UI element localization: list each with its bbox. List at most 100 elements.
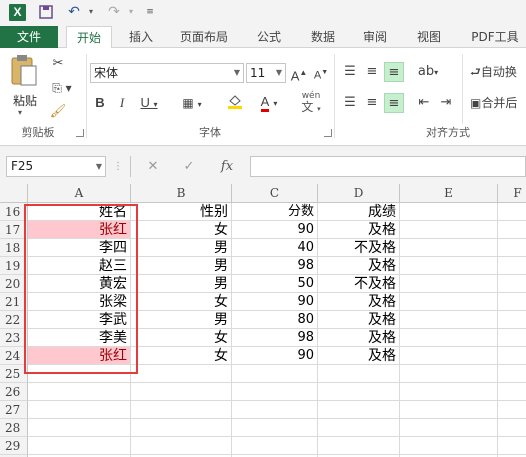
- table-cell[interactable]: 80: [232, 311, 318, 329]
- table-cell[interactable]: 男: [131, 257, 232, 275]
- align-center-icon[interactable]: ≡: [362, 93, 382, 113]
- tab-home[interactable]: 开始: [66, 26, 112, 49]
- table-cell[interactable]: [232, 401, 318, 419]
- table-cell[interactable]: 男: [131, 275, 232, 293]
- decrease-indent-icon[interactable]: ⇤: [414, 93, 434, 113]
- column-header-e[interactable]: E: [400, 184, 498, 203]
- table-cell[interactable]: 及格: [318, 311, 400, 329]
- table-cell[interactable]: [400, 275, 498, 293]
- table-cell[interactable]: 不及格: [318, 239, 400, 257]
- table-cell[interactable]: [400, 347, 498, 365]
- undo-icon[interactable]: ↶: [64, 3, 84, 21]
- table-cell[interactable]: [498, 239, 526, 257]
- formula-input[interactable]: [250, 156, 526, 177]
- table-cell[interactable]: [400, 365, 498, 383]
- tab-page-layout[interactable]: 页面布局: [172, 26, 236, 48]
- customize-toolbar-icon[interactable]: ≡: [144, 3, 156, 21]
- table-cell[interactable]: [400, 221, 498, 239]
- table-cell[interactable]: 女: [131, 221, 232, 239]
- table-cell[interactable]: [232, 383, 318, 401]
- align-top-icon[interactable]: ☰: [340, 62, 360, 82]
- table-cell[interactable]: [232, 437, 318, 455]
- table-cell[interactable]: [232, 419, 318, 437]
- table-cell[interactable]: 90: [232, 293, 318, 311]
- row-header[interactable]: 28: [0, 419, 28, 437]
- row-header[interactable]: 26: [0, 383, 28, 401]
- column-header-a[interactable]: A: [28, 184, 131, 203]
- font-name-combo[interactable]: 宋体 ▼: [90, 63, 244, 83]
- align-right-icon[interactable]: ≡: [384, 93, 404, 113]
- table-cell[interactable]: [28, 419, 131, 437]
- font-color-icon[interactable]: A ▾: [254, 93, 284, 113]
- clipboard-launcher-icon[interactable]: [76, 129, 84, 137]
- table-cell[interactable]: 及格: [318, 293, 400, 311]
- table-cell[interactable]: [28, 437, 131, 455]
- increase-font-icon[interactable]: A▲: [290, 63, 308, 83]
- table-cell[interactable]: 90: [232, 347, 318, 365]
- table-cell[interactable]: [131, 437, 232, 455]
- cut-icon[interactable]: ✂: [48, 54, 68, 74]
- tab-insert[interactable]: 插入: [120, 26, 162, 48]
- table-cell[interactable]: [498, 437, 526, 455]
- table-cell[interactable]: 及格: [318, 221, 400, 239]
- orientation-icon[interactable]: ab▾: [414, 62, 442, 82]
- redo-icon[interactable]: ↷: [104, 3, 124, 21]
- table-cell[interactable]: [131, 365, 232, 383]
- table-cell[interactable]: 及格: [318, 347, 400, 365]
- tab-pdf-tools[interactable]: PDF工具: [464, 26, 526, 48]
- tab-data[interactable]: 数据: [302, 26, 344, 48]
- table-cell[interactable]: [498, 383, 526, 401]
- table-cell[interactable]: 男: [131, 239, 232, 257]
- table-cell[interactable]: [131, 383, 232, 401]
- tab-file[interactable]: 文件: [0, 26, 58, 48]
- table-cell[interactable]: [318, 383, 400, 401]
- table-cell[interactable]: [400, 203, 498, 221]
- table-cell[interactable]: [498, 257, 526, 275]
- table-cell[interactable]: [28, 383, 131, 401]
- column-header-d[interactable]: D: [318, 184, 400, 203]
- wrap-text-button[interactable]: ⮐自动换: [470, 62, 526, 82]
- table-cell[interactable]: [400, 239, 498, 257]
- table-cell[interactable]: [498, 365, 526, 383]
- format-painter-icon[interactable]: 🖌: [48, 102, 68, 122]
- table-cell[interactable]: 及格: [318, 257, 400, 275]
- table-cell[interactable]: [400, 329, 498, 347]
- copy-icon[interactable]: ⎘ ▾: [48, 78, 76, 98]
- name-box[interactable]: F25 ▼: [6, 156, 106, 177]
- table-cell[interactable]: [400, 437, 498, 455]
- align-bottom-icon[interactable]: ≡: [384, 62, 404, 82]
- table-cell[interactable]: 40: [232, 239, 318, 257]
- table-cell[interactable]: 性别: [131, 203, 232, 221]
- table-cell[interactable]: 50: [232, 275, 318, 293]
- table-cell[interactable]: [498, 329, 526, 347]
- table-cell[interactable]: [318, 419, 400, 437]
- table-cell[interactable]: [232, 365, 318, 383]
- borders-icon[interactable]: ▦ ▾: [178, 93, 206, 113]
- table-cell[interactable]: [400, 401, 498, 419]
- table-cell[interactable]: 成绩: [318, 203, 400, 221]
- row-header[interactable]: 27: [0, 401, 28, 419]
- table-cell[interactable]: 分数: [232, 203, 318, 221]
- align-left-icon[interactable]: ☰: [340, 93, 360, 113]
- table-cell[interactable]: [400, 257, 498, 275]
- tab-formulas[interactable]: 公式: [248, 26, 290, 48]
- italic-button[interactable]: I: [114, 93, 130, 113]
- font-size-combo[interactable]: 11 ▼: [246, 63, 286, 83]
- font-launcher-icon[interactable]: [324, 129, 332, 137]
- select-all-corner[interactable]: [0, 184, 28, 203]
- table-cell[interactable]: [400, 383, 498, 401]
- table-cell[interactable]: [400, 419, 498, 437]
- table-cell[interactable]: 女: [131, 293, 232, 311]
- table-cell[interactable]: [318, 365, 400, 383]
- table-cell[interactable]: [498, 203, 526, 221]
- cancel-icon[interactable]: ✕: [142, 156, 164, 177]
- table-cell[interactable]: [498, 311, 526, 329]
- table-cell[interactable]: [28, 401, 131, 419]
- row-header[interactable]: 29: [0, 437, 28, 455]
- table-cell[interactable]: 90: [232, 221, 318, 239]
- table-cell[interactable]: [400, 311, 498, 329]
- tab-review[interactable]: 审阅: [354, 26, 396, 48]
- table-cell[interactable]: 及格: [318, 329, 400, 347]
- table-cell[interactable]: 女: [131, 329, 232, 347]
- table-cell[interactable]: 不及格: [318, 275, 400, 293]
